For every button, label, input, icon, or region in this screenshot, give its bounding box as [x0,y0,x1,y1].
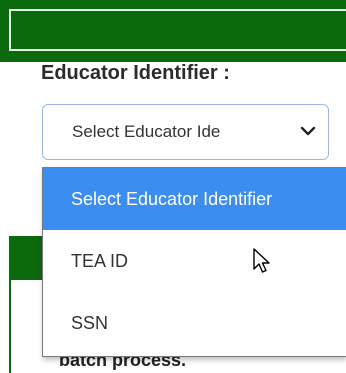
option-tea-id[interactable]: TEA ID [43,230,346,292]
header-frame [9,9,346,51]
educator-identifier-select[interactable]: Select Educator Ide [42,104,329,160]
option-ssn[interactable]: SSN [43,292,346,354]
educator-identifier-label: Educator Identifier : [41,62,230,84]
select-current-value: Select Educator Ide [72,122,221,141]
mouse-pointer-icon [253,248,270,273]
option-select-educator-identifier[interactable]: Select Educator Identifier [43,168,346,230]
educator-identifier-dropdown: Select Educator Identifier TEA ID SSN [42,167,346,357]
header-bar [0,0,346,62]
chevron-down-icon [300,126,316,136]
